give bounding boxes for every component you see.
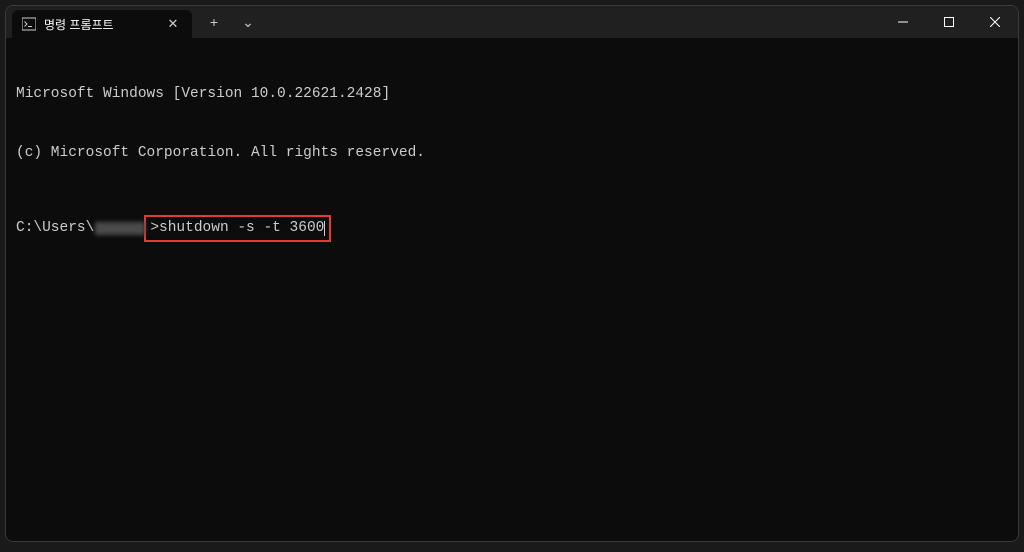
prompt-line: C:\Users\ >shutdown -s -t 3600	[16, 215, 1008, 243]
terminal-window: 명령 프롬프트 ✕ + ⌄ Microsoft Windows [Version…	[5, 5, 1019, 542]
tab-close-button[interactable]: ✕	[164, 15, 182, 33]
active-tab[interactable]: 명령 프롬프트 ✕	[12, 10, 192, 38]
maximize-button[interactable]	[926, 6, 972, 38]
titlebar-drag-area[interactable]	[270, 6, 880, 38]
new-tab-button[interactable]: +	[200, 8, 228, 36]
window-controls	[880, 6, 1018, 38]
minimize-button[interactable]	[880, 6, 926, 38]
terminal-output[interactable]: Microsoft Windows [Version 10.0.22621.24…	[6, 38, 1018, 541]
text-cursor	[324, 221, 325, 236]
titlebar: 명령 프롬프트 ✕ + ⌄	[6, 6, 1018, 38]
command-highlight: >shutdown -s -t 3600	[144, 215, 331, 243]
cmd-icon	[22, 17, 36, 31]
command-text: shutdown -s -t 3600	[159, 219, 324, 239]
redacted-username	[95, 222, 145, 235]
tab-title: 명령 프롬프트	[44, 16, 156, 33]
prompt-suffix: >	[150, 219, 159, 239]
version-line: Microsoft Windows [Version 10.0.22621.24…	[16, 85, 1008, 105]
copyright-line: (c) Microsoft Corporation. All rights re…	[16, 144, 1008, 164]
prompt-prefix: C:\Users\	[16, 219, 94, 239]
close-button[interactable]	[972, 6, 1018, 38]
tab-actions: + ⌄	[192, 6, 270, 38]
tab-dropdown-button[interactable]: ⌄	[234, 8, 262, 36]
